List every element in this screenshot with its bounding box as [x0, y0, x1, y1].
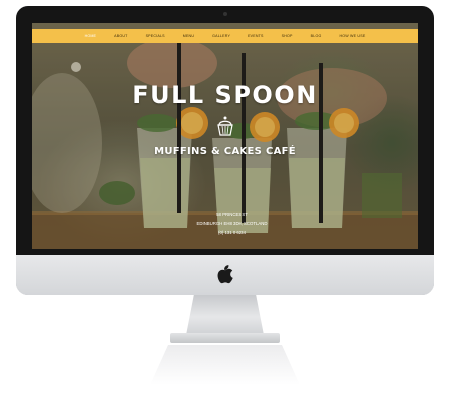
nav-item-shop[interactable]: Shop [273, 34, 302, 38]
top-nav-bar: Home About Specials Menu Gallery Events … [32, 29, 418, 43]
nav-item-how-we-use[interactable]: How we use [330, 34, 374, 38]
apple-icon [217, 265, 233, 284]
page-title: FULL SPOON [132, 81, 318, 109]
monitor: Home About Specials Menu Gallery Events … [16, 6, 434, 295]
nav-item-gallery[interactable]: Gallery [203, 34, 239, 38]
camera-icon [223, 12, 227, 16]
address-phone: (0) 131 0 6234 [218, 230, 246, 235]
nav-item-blog[interactable]: Blog [302, 34, 331, 38]
nav-item-specials[interactable]: Specials [137, 34, 174, 38]
website-screen: Home About Specials Menu Gallery Events … [32, 23, 418, 249]
address-street: 58 PRINCES ST [216, 212, 248, 217]
address-city: EDINBURGH EH8 3DH, SCOTLAND [196, 221, 268, 226]
monitor-stand-base [170, 333, 280, 343]
cupcake-icon [217, 116, 233, 136]
nav-item-about[interactable]: About [105, 34, 136, 38]
address-block: 58 PRINCES ST EDINBURGH EH8 3DH, SCOTLAN… [182, 210, 282, 237]
page-subtitle: MUFFINS & CAKES CAFÉ [154, 146, 296, 157]
monitor-stand [186, 295, 264, 335]
nav-item-home[interactable]: Home [76, 34, 106, 38]
nav-item-events[interactable]: Events [239, 34, 273, 38]
nav-item-menu[interactable]: Menu [174, 34, 203, 38]
stand-reflection [150, 345, 300, 385]
imac-mockup: Home About Specials Menu Gallery Events … [0, 0, 450, 400]
